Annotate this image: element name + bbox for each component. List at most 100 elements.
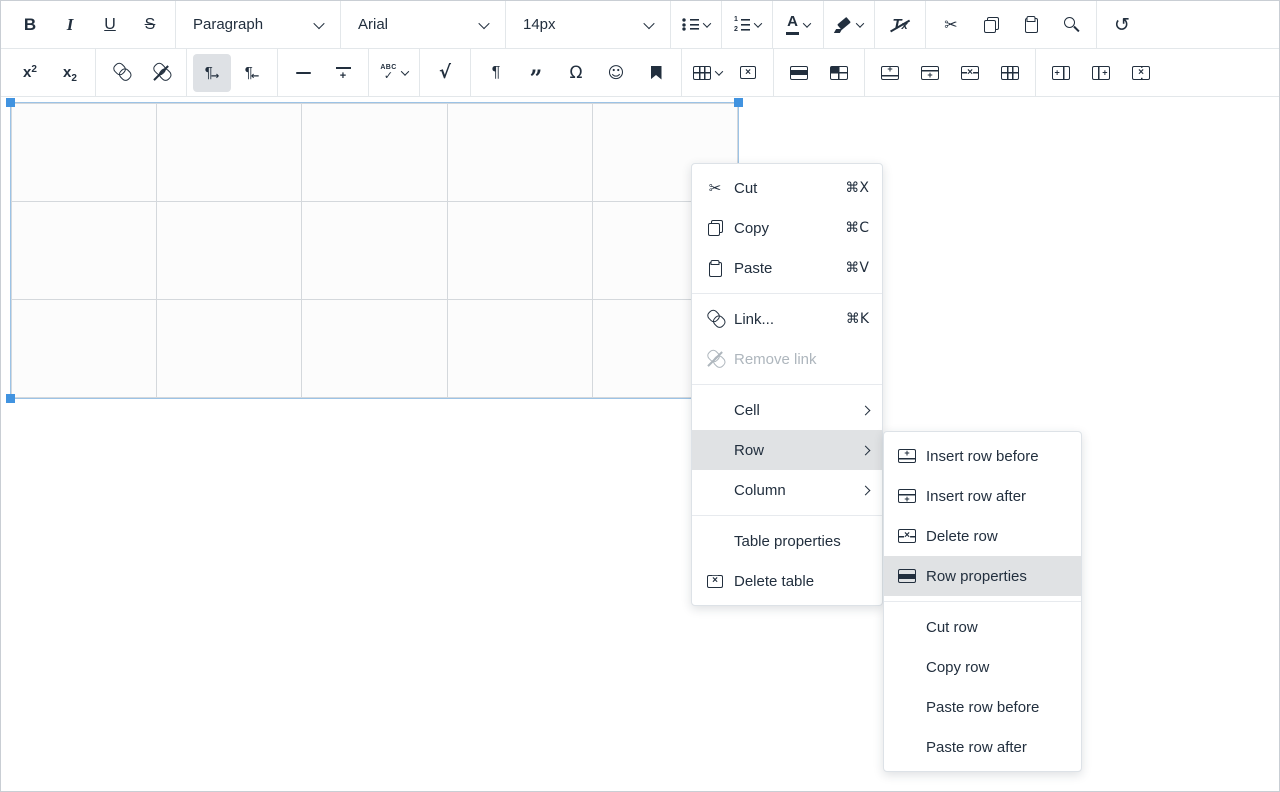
copy-button[interactable] bbox=[972, 6, 1010, 44]
editor-canvas[interactable] bbox=[1, 99, 1279, 791]
undo-button[interactable]: ↺ bbox=[1103, 6, 1141, 44]
numbered-list-button[interactable] bbox=[728, 6, 766, 44]
insert-table-button[interactable] bbox=[688, 54, 727, 92]
paste-button[interactable] bbox=[1012, 6, 1050, 44]
submenu-item-cut-row[interactable]: Cut row bbox=[884, 607, 1081, 647]
formula-button[interactable]: √ bbox=[426, 54, 464, 92]
scissors-icon: ✂ bbox=[704, 178, 726, 198]
delete-table-button[interactable] bbox=[729, 54, 767, 92]
context-menu-item-cut[interactable]: ✂ Cut ⌘X bbox=[692, 168, 882, 208]
table-insert-row-before-button[interactable] bbox=[871, 54, 909, 92]
table-cell[interactable] bbox=[157, 300, 302, 398]
text-color-button[interactable]: A bbox=[779, 6, 817, 44]
spellcheck-icon: ABC✓ bbox=[380, 64, 396, 81]
table-resize-handle-bottom-left[interactable] bbox=[6, 394, 15, 403]
ltr-direction-button[interactable]: ¶→ bbox=[193, 54, 231, 92]
table-delete-column-button[interactable] bbox=[1122, 54, 1160, 92]
paragraph-mark-button[interactable]: ¶ bbox=[477, 54, 515, 92]
underline-button[interactable]: U bbox=[91, 6, 129, 44]
menu-item-label: Copy row bbox=[926, 659, 1068, 676]
underline-icon: U bbox=[104, 16, 116, 34]
special-character-button[interactable]: Ω bbox=[557, 54, 595, 92]
emoticons-button[interactable]: ☺ bbox=[597, 54, 635, 92]
context-menu-item-remove-link[interactable]: Remove link bbox=[692, 339, 882, 379]
table-cell[interactable] bbox=[302, 202, 447, 300]
table-cell[interactable] bbox=[302, 104, 447, 202]
remove-link-button[interactable] bbox=[142, 54, 180, 92]
table-merge-cells-button[interactable] bbox=[991, 54, 1029, 92]
context-menu-item-column[interactable]: Column bbox=[692, 470, 882, 510]
copy-icon bbox=[984, 17, 999, 33]
rtl-direction-button[interactable]: ¶← bbox=[233, 54, 271, 92]
font-family-group: Arial bbox=[340, 1, 505, 48]
highlighter-icon bbox=[835, 17, 852, 33]
subscript-button[interactable]: x2 bbox=[51, 54, 89, 92]
context-menu-item-row[interactable]: Row bbox=[692, 430, 882, 470]
submenu-item-row-properties[interactable]: Row properties bbox=[884, 556, 1081, 596]
context-menu-item-copy[interactable]: Copy ⌘C bbox=[692, 208, 882, 248]
table-row-properties-button[interactable] bbox=[780, 54, 818, 92]
submenu-item-paste-row-before[interactable]: Paste row before bbox=[884, 687, 1081, 727]
table-cell[interactable] bbox=[157, 104, 302, 202]
anchor-button[interactable] bbox=[637, 54, 675, 92]
font-family-select[interactable]: Arial bbox=[347, 6, 499, 44]
menu-item-label: Insert row after bbox=[926, 488, 1068, 505]
table-resize-handle-top-left[interactable] bbox=[6, 98, 15, 107]
menu-divider bbox=[692, 293, 882, 294]
submenu-item-copy-row[interactable]: Copy row bbox=[884, 647, 1081, 687]
strikethrough-button[interactable]: S bbox=[131, 6, 169, 44]
delete-table-icon bbox=[740, 66, 756, 79]
table-insert-column-after-button[interactable] bbox=[1082, 54, 1120, 92]
square-root-icon: √ bbox=[439, 62, 451, 83]
page-break-button[interactable] bbox=[324, 54, 362, 92]
table-insert-column-before-button[interactable] bbox=[1042, 54, 1080, 92]
copy-icon bbox=[704, 218, 726, 238]
paragraph-style-select[interactable]: Paragraph bbox=[182, 6, 334, 44]
toolbar-row-1: B I U S Paragraph Arial 14px bbox=[1, 1, 1279, 49]
font-size-select[interactable]: 14px bbox=[512, 6, 664, 44]
bullet-list-button[interactable] bbox=[677, 6, 715, 44]
context-menu-item-link[interactable]: Link... ⌘K bbox=[692, 299, 882, 339]
undo-group: ↺ bbox=[1096, 1, 1147, 48]
bold-button[interactable]: B bbox=[11, 6, 49, 44]
ltr-icon: ¶→ bbox=[205, 64, 219, 81]
insert-link-button[interactable] bbox=[102, 54, 140, 92]
context-menu-item-paste[interactable]: Paste ⌘V bbox=[692, 248, 882, 288]
submenu-item-insert-row-after[interactable]: Insert row after bbox=[884, 476, 1081, 516]
menu-item-label: Row bbox=[734, 442, 854, 459]
menu-item-shortcut: ⌘X bbox=[845, 180, 869, 196]
horizontal-rule-button[interactable] bbox=[284, 54, 322, 92]
table-resize-handle-top-right[interactable] bbox=[734, 98, 743, 107]
editor-table[interactable] bbox=[11, 103, 738, 398]
table-cell[interactable] bbox=[447, 202, 592, 300]
cut-button[interactable]: ✂ bbox=[932, 6, 970, 44]
clear-formatting-button[interactable]: Tx bbox=[881, 6, 919, 44]
table-cell[interactable] bbox=[157, 202, 302, 300]
submenu-item-paste-row-after[interactable]: Paste row after bbox=[884, 727, 1081, 767]
table-insert-row-after-button[interactable] bbox=[911, 54, 949, 92]
unlink-icon bbox=[149, 61, 172, 84]
blockquote-button[interactable]: ” bbox=[517, 54, 555, 92]
menu-icon-spacer bbox=[704, 400, 726, 420]
context-menu-item-delete-table[interactable]: Delete table bbox=[692, 561, 882, 601]
clipboard-group: ✂ bbox=[925, 1, 1096, 48]
table-cell[interactable] bbox=[12, 202, 157, 300]
submenu-item-delete-row[interactable]: Delete row bbox=[884, 516, 1081, 556]
table-cell[interactable] bbox=[12, 300, 157, 398]
font-size-group: 14px bbox=[505, 1, 670, 48]
context-menu-item-table-properties[interactable]: Table properties bbox=[692, 521, 882, 561]
table-cell[interactable] bbox=[12, 104, 157, 202]
spellcheck-button[interactable]: ABC✓ bbox=[375, 54, 413, 92]
context-menu-item-cell[interactable]: Cell bbox=[692, 390, 882, 430]
bold-icon: B bbox=[24, 15, 36, 35]
submenu-item-insert-row-before[interactable]: Insert row before bbox=[884, 436, 1081, 476]
table-cell[interactable] bbox=[302, 300, 447, 398]
table-cell-properties-button[interactable] bbox=[820, 54, 858, 92]
italic-button[interactable]: I bbox=[51, 6, 89, 44]
highlight-color-button[interactable] bbox=[830, 6, 868, 44]
search-button[interactable] bbox=[1052, 6, 1090, 44]
table-cell[interactable] bbox=[447, 300, 592, 398]
table-delete-row-button[interactable] bbox=[951, 54, 989, 92]
table-cell[interactable] bbox=[447, 104, 592, 202]
superscript-button[interactable]: x2 bbox=[11, 54, 49, 92]
